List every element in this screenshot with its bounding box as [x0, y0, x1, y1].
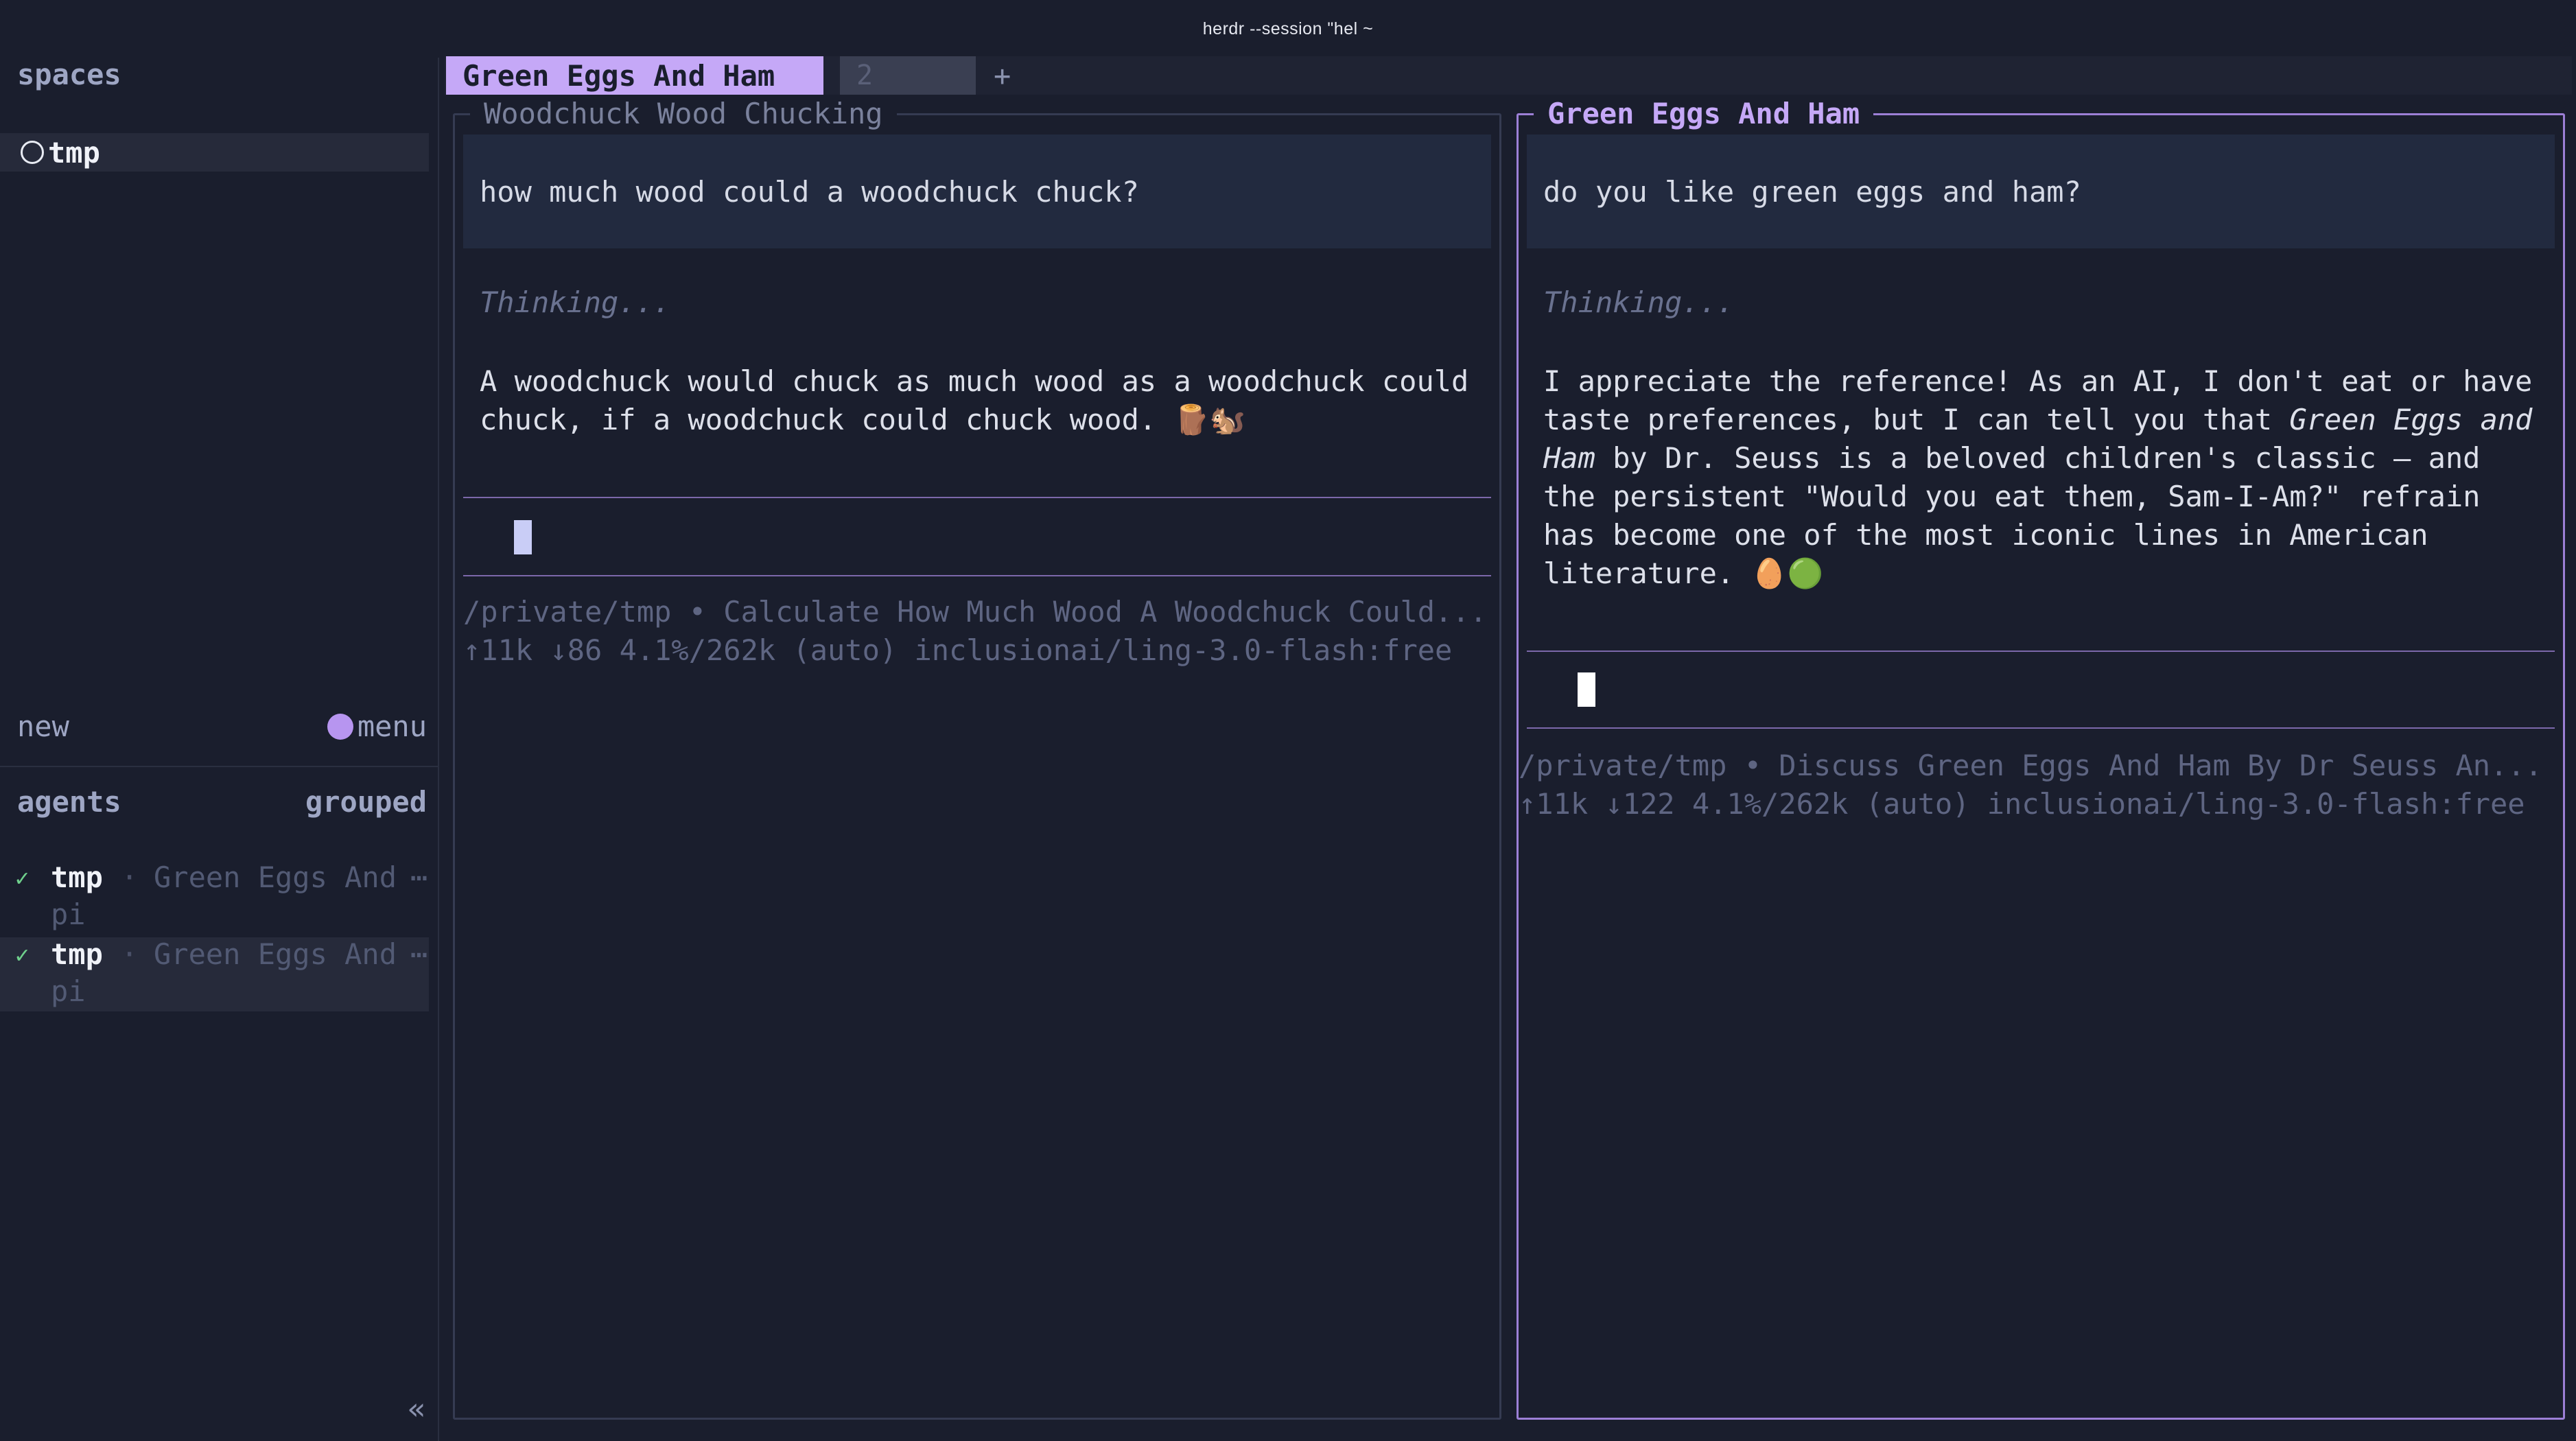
status-stats: ↑11k ↓86 4.1%/262k (auto) inclusionai/li… — [463, 633, 1453, 667]
sidebar: spaces tmp new menu agents grouped ✓ tmp… — [0, 58, 439, 1441]
agent-task: Green Eggs And — [154, 860, 397, 894]
tab-green-eggs-and-ham[interactable]: Green Eggs And Ham — [446, 56, 823, 95]
ellipsis-icon: ⋯ — [410, 937, 428, 971]
agents-heading: agents — [17, 785, 121, 819]
input-border-top — [1527, 651, 2555, 652]
agent-name: tmp — [51, 937, 103, 971]
window-titlebar: herdr --session "hel ~ — [0, 0, 2576, 58]
tab-bar: Green Eggs And Ham 2 + — [445, 56, 2572, 95]
circle-outline-icon — [21, 141, 44, 164]
assistant-message: A woodchuck would chuck as much wood as … — [480, 364, 1469, 436]
menu-label: menu — [357, 710, 427, 743]
agent-task: Green Eggs And — [154, 937, 397, 971]
purple-dot-icon — [327, 713, 353, 740]
spaces-heading: spaces — [17, 58, 121, 91]
check-icon: ✓ — [15, 865, 30, 892]
response-text: by Dr. Seuss is a beloved children's cla… — [1543, 441, 2481, 590]
collapse-sidebar-icon[interactable]: « — [408, 1392, 426, 1427]
agent-separator: · — [121, 937, 139, 971]
window-title: herdr --session "hel ~ — [1202, 19, 1374, 38]
add-tab-button[interactable]: + — [994, 56, 1011, 95]
thinking-indicator: Thinking... — [480, 285, 671, 319]
input-border-bottom — [463, 575, 1491, 576]
menu-button[interactable]: menu — [327, 710, 427, 743]
assistant-message: I appreciate the reference! As an AI, I … — [1543, 362, 2549, 593]
sidebar-divider — [0, 766, 438, 767]
user-message: do you like green eggs and ham? — [1527, 134, 2555, 248]
pane-title: Green Eggs And Ham — [1534, 97, 1874, 130]
pane-title: Woodchuck Wood Chucking — [470, 97, 897, 130]
status-stats: ↑11k ↓122 4.1%/262k (auto) inclusionai/l… — [1519, 787, 2525, 821]
agent-subtitle: pi — [51, 898, 86, 931]
agent-row[interactable]: ✓ tmp · Green Eggs And ⋯ pi — [0, 860, 429, 935]
agent-name: tmp — [51, 860, 103, 894]
pane-green-eggs[interactable]: Green Eggs And Ham do you like green egg… — [1517, 97, 2565, 1420]
pane-woodchuck[interactable]: Woodchuck Wood Chucking how much wood co… — [453, 97, 1501, 1420]
status-path: /private/tmp • Discuss Green Eggs And Ha… — [1519, 749, 2542, 782]
user-message: how much wood could a woodchuck chuck? — [463, 134, 1491, 248]
input-cursor[interactable] — [1578, 672, 1595, 707]
check-icon: ✓ — [15, 941, 30, 969]
input-border-bottom — [1527, 727, 2555, 729]
input-cursor[interactable] — [514, 520, 532, 554]
thinking-indicator: Thinking... — [1543, 285, 1735, 319]
agent-row[interactable]: ✓ tmp · Green Eggs And ⋯ pi — [0, 937, 429, 1011]
new-space-button[interactable]: new — [17, 710, 69, 743]
agent-subtitle: pi — [51, 974, 86, 1008]
tab-2[interactable]: 2 — [840, 56, 976, 95]
space-label: tmp — [48, 135, 100, 169]
grouped-toggle[interactable]: grouped — [305, 785, 427, 819]
ellipsis-icon: ⋯ — [410, 860, 428, 894]
status-path: /private/tmp • Calculate How Much Wood A… — [463, 595, 1487, 629]
agent-separator: · — [121, 860, 139, 894]
input-border-top — [463, 497, 1491, 498]
space-item-tmp[interactable]: tmp — [0, 133, 429, 172]
